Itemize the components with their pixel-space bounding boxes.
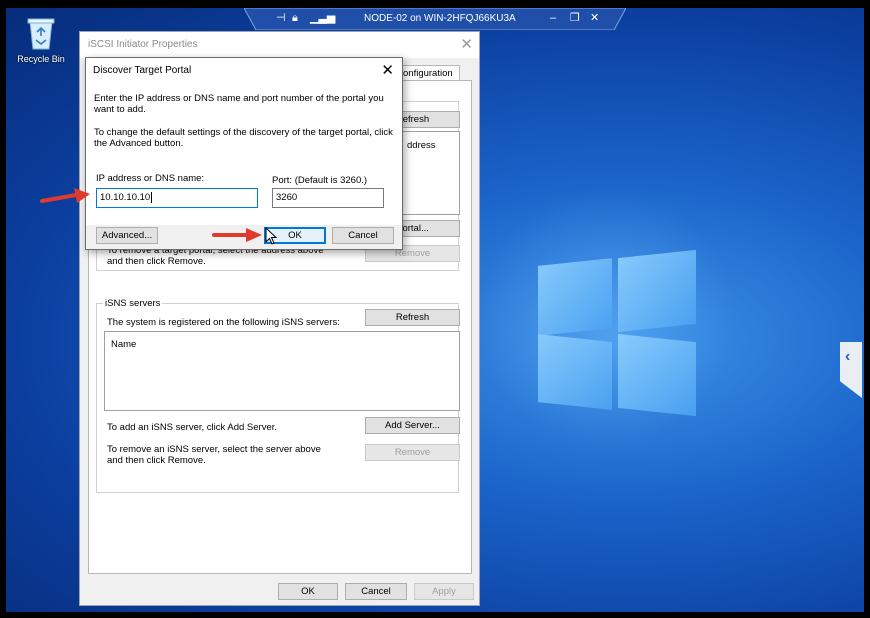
close-icon[interactable]: ✕ <box>381 61 394 79</box>
dialog-title: iSCSI Initiator Properties <box>88 39 198 50</box>
main-apply-button[interactable]: Apply <box>414 583 474 600</box>
remote-connection-bar: ⊣ 🔒︎ ▁▃▅ NODE-02 on WIN-2HFQJ66KU3A – ❐ … <box>244 8 626 30</box>
tab-configuration-label: onfiguration <box>403 68 453 79</box>
close-icon[interactable]: ✕ <box>460 35 473 53</box>
lock-icon: 🔒︎ <box>292 12 298 24</box>
title-bar: iSCSI Initiator Properties ✕ <box>80 32 479 58</box>
discover-instructions: Enter the IP address or DNS name and por… <box>94 93 384 115</box>
recycle-bin-label: Recycle Bin <box>17 54 65 64</box>
discover-dialog-title: Discover Target Portal <box>93 65 192 76</box>
minimize-icon[interactable]: – <box>550 12 556 24</box>
main-cancel-button[interactable]: Cancel <box>345 583 407 600</box>
remove-isns-hint: To remove an iSNS server, select the ser… <box>107 444 321 466</box>
remove-isns-button[interactable]: Remove <box>365 444 460 461</box>
ip-address-input[interactable]: 10.10.10.10 <box>96 188 258 208</box>
discover-target-portal-dialog: Discover Target Portal ✕ Enter the IP ad… <box>85 57 403 250</box>
isns-registered-text: The system is registered on the followin… <box>107 317 340 328</box>
add-server-button[interactable]: Add Server... <box>365 417 460 434</box>
port-input[interactable]: 3260 <box>272 188 384 208</box>
annotation-arrow-ok <box>212 228 262 242</box>
close-icon[interactable]: ✕ <box>590 12 599 24</box>
main-ok-button[interactable]: OK <box>278 583 338 600</box>
windows-logo <box>538 249 696 417</box>
chevron-left-icon: ‹ <box>845 348 851 365</box>
discover-title-bar: Discover Target Portal ✕ <box>86 58 402 82</box>
pin-icon[interactable]: ⊣ <box>276 12 286 24</box>
text-caret <box>151 191 153 203</box>
signal-icon: ▁▃▅ <box>310 12 336 24</box>
isns-servers-list[interactable]: Name <box>104 331 460 411</box>
mouse-cursor-icon <box>265 227 277 245</box>
restore-icon[interactable]: ❐ <box>570 12 580 24</box>
discover-dialog-body: Enter the IP address or DNS name and por… <box>86 82 402 225</box>
advanced-hint: To change the default settings of the di… <box>94 127 393 149</box>
list-header-address: ddress <box>407 140 436 151</box>
refresh-isns-button[interactable]: Refresh <box>365 309 460 326</box>
ip-address-label: IP address or DNS name: <box>96 173 205 184</box>
annotation-arrow-ip <box>40 188 90 203</box>
remote-session-title: NODE-02 on WIN-2HFQJ66KU3A <box>364 13 516 24</box>
column-name-header: Name <box>111 339 137 350</box>
recycle-bin-icon <box>26 16 56 50</box>
recycle-bin[interactable]: Recycle Bin <box>14 16 68 64</box>
side-panel-tab[interactable]: ‹ <box>840 342 862 398</box>
add-isns-hint: To add an iSNS server, click Add Server. <box>107 422 278 433</box>
port-label: Port: (Default is 3260.) <box>272 175 368 186</box>
advanced-button[interactable]: Advanced... <box>96 227 158 244</box>
tab-configuration[interactable]: onfiguration <box>398 65 460 81</box>
discover-cancel-button[interactable]: Cancel <box>332 227 394 244</box>
isns-servers-legend: iSNS servers <box>103 298 163 309</box>
